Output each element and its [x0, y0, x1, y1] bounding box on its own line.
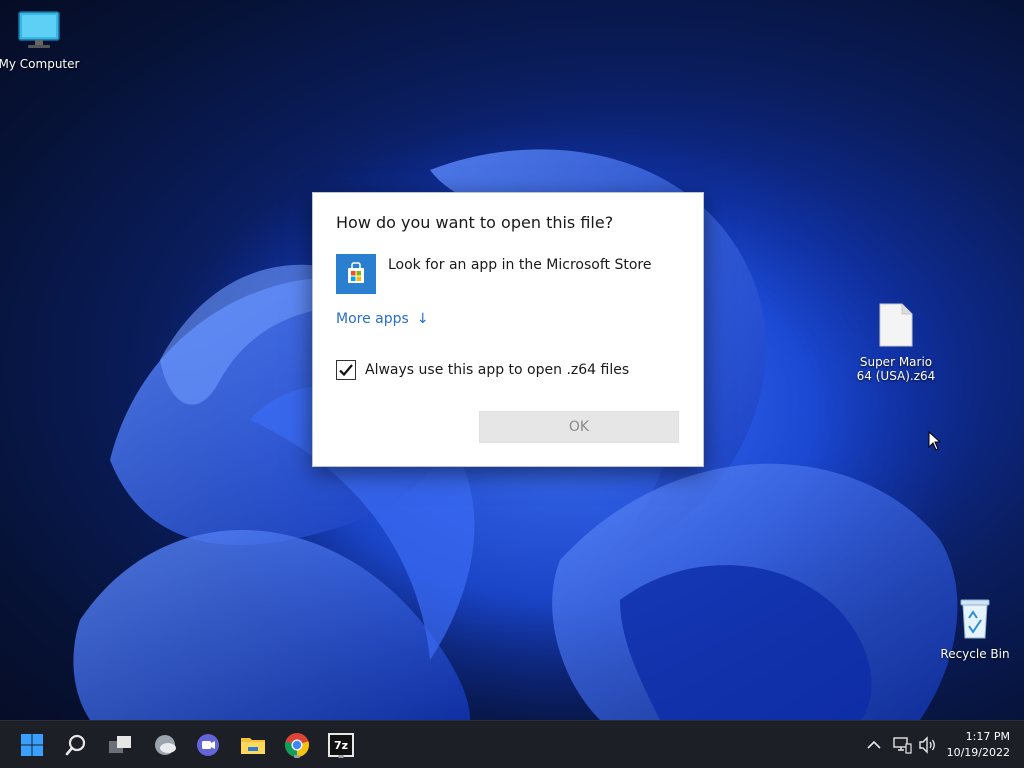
show-hidden-icons-button[interactable]	[862, 729, 886, 761]
file-icon	[851, 302, 941, 351]
desktop-icon-label: Recycle Bin	[940, 647, 1010, 661]
clock-time: 1:17 PM	[965, 730, 1010, 743]
store-option-label: Look for an app in the Microsoft Store	[388, 257, 652, 273]
widgets-button[interactable]	[149, 729, 181, 761]
file-explorer-button[interactable]	[237, 729, 269, 761]
speaker-icon	[919, 736, 935, 754]
desktop-icon-label-line2: 64 (USA).z64	[856, 369, 936, 383]
desktop-icon-super-mario-file[interactable]: Super Mario 64 (USA).z64	[851, 302, 941, 383]
arrow-down-icon: ↓	[416, 311, 429, 327]
folder-icon	[241, 738, 265, 754]
chevron-up-icon	[867, 740, 881, 749]
weather-icon	[155, 735, 176, 755]
desktop-icon-label-line1: Super Mario	[859, 355, 933, 369]
running-indicator	[338, 755, 344, 758]
ok-button[interactable]: OK	[479, 411, 679, 443]
volume-button[interactable]	[916, 729, 940, 761]
microsoft-store-icon	[336, 254, 376, 294]
taskbar: 7z 1:17 PM 10/19/2022	[0, 720, 1024, 768]
chat-button[interactable]	[192, 729, 224, 761]
network-button[interactable]	[890, 729, 914, 761]
desktop-icon-recycle-bin[interactable]: Recycle Bin	[930, 596, 1020, 661]
open-with-dialog: How do you want to open this file? Look …	[312, 192, 704, 467]
start-button[interactable]	[16, 729, 48, 761]
7zip-button[interactable]: 7z	[325, 729, 357, 761]
desktop-icon-label: My Computer	[0, 57, 80, 71]
checkmark-icon	[339, 364, 353, 377]
more-apps-label: More apps	[336, 311, 409, 327]
dialog-title: How do you want to open this file?	[336, 213, 614, 232]
clock-date: 10/19/2022	[946, 746, 1010, 759]
running-indicator	[294, 755, 300, 758]
chrome-button[interactable]	[281, 729, 313, 761]
windows-logo-icon	[21, 734, 43, 756]
always-use-option[interactable]: Always use this app to open .z64 files	[336, 360, 629, 380]
desktop-icon-my-computer[interactable]: My Computer	[0, 10, 84, 71]
computer-icon	[0, 10, 84, 53]
teams-chat-icon	[197, 734, 219, 756]
recycle-bin-icon	[930, 596, 1020, 643]
more-apps-link[interactable]: More apps ↓	[336, 311, 429, 327]
always-use-label: Always use this app to open .z64 files	[365, 362, 630, 378]
network-icon	[893, 737, 912, 754]
7zip-icon: 7z	[328, 733, 354, 757]
taskbar-clock[interactable]: 1:17 PM 10/19/2022	[947, 729, 1010, 761]
store-option[interactable]: Look for an app in the Microsoft Store	[336, 254, 651, 294]
search-icon	[65, 734, 86, 756]
search-button[interactable]	[60, 729, 92, 761]
mouse-cursor-icon	[928, 430, 942, 455]
always-use-checkbox[interactable]	[336, 360, 356, 380]
task-view-icon	[109, 736, 131, 753]
task-view-button[interactable]	[104, 729, 136, 761]
